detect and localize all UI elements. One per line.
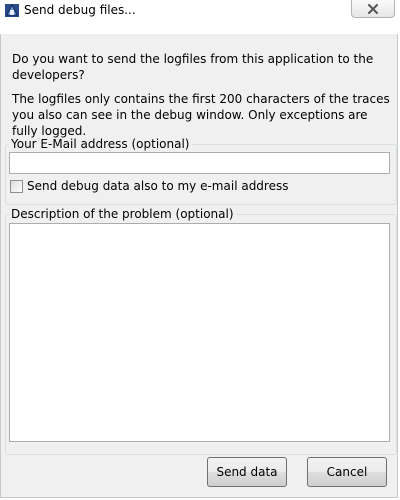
description-textarea[interactable] [9,223,390,442]
close-icon [367,3,379,14]
email-input[interactable] [9,152,390,174]
send-debug-dialog: Send debug files... Do you want to send … [0,0,400,500]
send-data-button[interactable]: Send data [207,457,287,487]
close-button[interactable] [351,0,395,18]
description-group-legend: Description of the problem (optional) [11,207,234,221]
title-bar[interactable]: Send debug files... [0,0,400,20]
intro-question: Do you want to send the logfiles from th… [12,52,374,82]
intro-text: Do you want to send the logfiles from th… [12,51,390,139]
send-copy-checkbox-label[interactable]: Send debug data also to my e-mail addres… [27,179,288,193]
window-title: Send debug files... [24,3,136,17]
intro-note: The logfiles only contains the first 200… [12,92,390,138]
debug-app-icon [4,2,20,18]
send-copy-checkbox-row[interactable]: Send debug data also to my e-mail addres… [10,179,288,193]
cancel-button[interactable]: Cancel [307,457,387,487]
email-group-legend: Your E-Mail address (optional) [11,137,190,151]
send-copy-checkbox[interactable] [10,179,23,193]
